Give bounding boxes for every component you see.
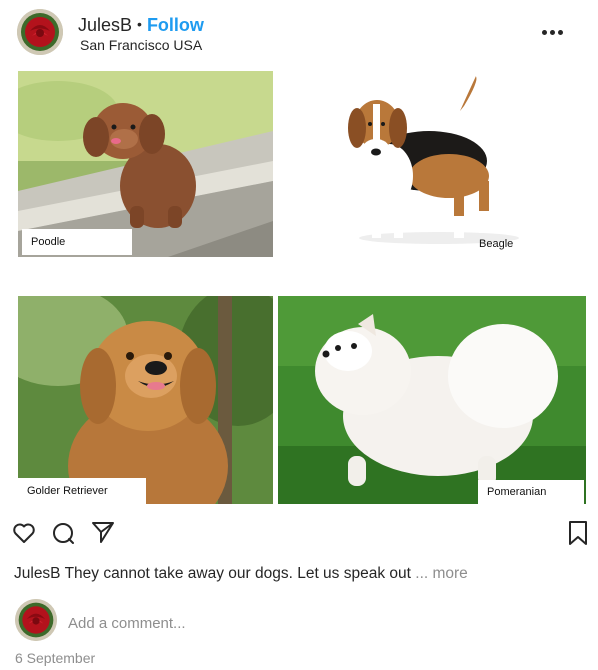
photo-label-text: Pomeranian: [487, 486, 547, 498]
paper-plane-icon[interactable]: [90, 519, 116, 545]
caption-username-link[interactable]: JulesB: [14, 565, 61, 582]
photo-pomeranian[interactable]: Pomeranian: [278, 296, 586, 504]
photo-label: Beagle: [470, 232, 570, 256]
user-line: JulesB • Follow: [78, 13, 204, 36]
location-link[interactable]: San Francisco USA: [80, 37, 202, 53]
more-horizontal-icon[interactable]: [539, 25, 565, 39]
photo-poodle[interactable]: Poodle: [18, 71, 273, 257]
caption-text: They cannot take away our dogs. Let us s…: [64, 565, 411, 582]
avatar[interactable]: [15, 599, 57, 641]
comment-input[interactable]: [68, 610, 548, 636]
username-link[interactable]: JulesB: [78, 15, 132, 35]
post-header: JulesB • Follow San Francisco USA: [0, 0, 598, 62]
caption-more-link[interactable]: ... more: [415, 565, 468, 582]
post-date: 6 September: [15, 650, 96, 666]
post-actions: [0, 515, 598, 555]
photo-label-text: Golder Retriever: [27, 485, 108, 497]
photo-label-text: Poodle: [31, 236, 66, 248]
bookmark-icon[interactable]: [566, 519, 590, 547]
avatar[interactable]: [17, 9, 63, 55]
caption: JulesB They cannot take away our dogs. L…: [14, 564, 468, 584]
red-rose-avatar-icon: [15, 599, 57, 641]
separator-dot: •: [137, 16, 142, 32]
photo-label: Poodle: [22, 229, 132, 255]
pomeranian-image: [278, 296, 586, 504]
comment-bubble-icon[interactable]: [50, 520, 76, 546]
photo-beagle[interactable]: Beagle: [284, 66, 584, 262]
red-rose-avatar-icon: [17, 9, 63, 55]
heart-icon[interactable]: [11, 520, 37, 546]
photo-label: Golder Retriever: [18, 478, 146, 504]
follow-button[interactable]: Follow: [147, 15, 204, 35]
photo-label-text: Beagle: [479, 238, 514, 250]
golden-retriever-image: [18, 296, 273, 504]
photo-label: Pomeranian: [478, 480, 584, 504]
photo-golden-retriever[interactable]: Golder Retriever: [18, 296, 273, 504]
